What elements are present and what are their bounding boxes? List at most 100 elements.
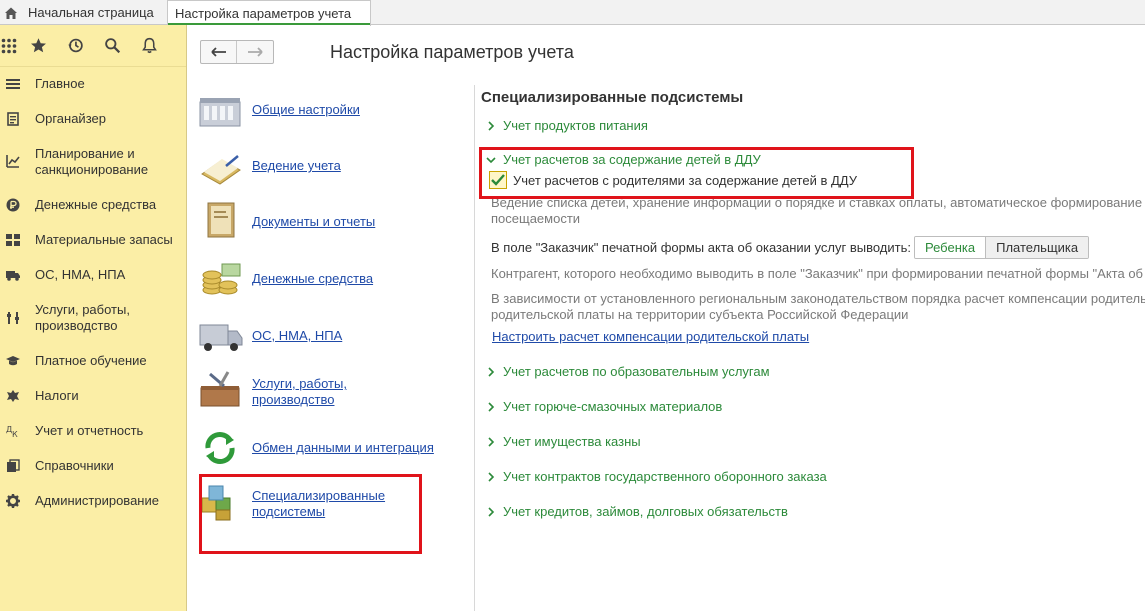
group-label: Учет горюче-смазочных материалов: [503, 399, 723, 414]
van-icon: [199, 324, 243, 351]
section-link-data-exchange[interactable]: Обмен данными и интеграция: [252, 440, 434, 456]
tab-settings-label: Настройка параметров учета: [175, 6, 352, 21]
ruble-coin-icon: [6, 198, 20, 212]
sidebar-item-label: ОС, НМА, НПА: [35, 267, 126, 282]
sidebar-item-accounting[interactable]: ДК Учет и отчетность: [0, 423, 186, 439]
menu-lines-icon: [6, 79, 20, 89]
tools-icon: [7, 312, 19, 324]
compensation-description-line1: В зависимости от установленного регионал…: [491, 291, 1145, 306]
customer-option-payer[interactable]: Плательщика: [986, 237, 1089, 258]
sidebar-item-label: Платное обучение: [35, 353, 147, 368]
books-icon: [7, 459, 20, 472]
chevron-right-icon: [488, 506, 495, 517]
sidebar-item-label: Справочники: [35, 458, 114, 473]
graduation-cap-icon: [6, 356, 20, 366]
section-data-exchange[interactable]: [198, 428, 244, 468]
ledger-icon: [201, 155, 241, 185]
sidebar: Главное Органайзер Планирование и санкци…: [0, 25, 187, 611]
sidebar-item-administration[interactable]: Администрирование: [0, 493, 186, 509]
sidebar-item-paid-education[interactable]: Платное обучение: [0, 353, 186, 369]
sidebar-item-label: Налоги: [35, 388, 79, 403]
sync-arrows-icon: [205, 432, 235, 464]
group-food-label: Учет продуктов питания: [503, 118, 648, 133]
chevron-right-icon: [488, 120, 495, 131]
section-link-money[interactable]: Денежные средства: [252, 271, 373, 287]
coins-icon: [202, 263, 241, 295]
group-label: Учет контрактов государственного оборонн…: [503, 469, 827, 484]
star-icon[interactable]: [20, 25, 57, 67]
quick-toolbar: [0, 25, 186, 67]
apps-grid-icon[interactable]: [0, 25, 20, 67]
group-label: Учет имущества казны: [503, 434, 641, 449]
history-nav: [200, 40, 274, 64]
back-button[interactable]: [201, 41, 237, 63]
customer-option-child[interactable]: Ребенка: [915, 237, 987, 258]
toolbox-icon: [200, 371, 240, 407]
customer-description: Контрагент, которого необходимо выводить…: [491, 266, 1145, 281]
highlight-box-checkbox: [479, 147, 914, 199]
home-icon: [5, 7, 17, 19]
svg-text:К: К: [12, 430, 18, 438]
section-link-fixed-assets[interactable]: ОС, НМА, НПА: [252, 328, 342, 344]
sidebar-item-fixed-assets[interactable]: ОС, НМА, НПА: [0, 267, 186, 283]
bell-icon[interactable]: [131, 25, 168, 67]
panel-divider: [474, 85, 475, 611]
arrow-left-icon: [210, 47, 226, 57]
group-treasury-property[interactable]: Учет имущества казны: [486, 434, 641, 449]
sidebar-item-label: Органайзер: [35, 111, 106, 126]
sidebar-item-planning[interactable]: Планирование и санкционирование: [0, 146, 186, 178]
building-icon: [199, 98, 241, 127]
group-fuel[interactable]: Учет горюче-смазочных материалов: [486, 399, 722, 414]
customer-field-label: В поле "Заказчик" печатной формы акта об…: [491, 240, 911, 255]
sidebar-item-label: Услуги, работы, производство: [35, 302, 130, 333]
sidebar-item-label: Главное: [35, 76, 85, 91]
group-loans[interactable]: Учет кредитов, займов, долговых обязател…: [486, 504, 788, 519]
compensation-settings-link[interactable]: Настроить расчет компенсации родительско…: [492, 329, 809, 344]
forward-button[interactable]: [237, 41, 273, 63]
ddu-description-line2: посещаемости: [491, 211, 581, 226]
sidebar-item-money[interactable]: Денежные средства: [0, 197, 186, 213]
chevron-right-icon: [488, 401, 495, 412]
section-link-general-settings[interactable]: Общие настройки: [252, 102, 360, 118]
sidebar-item-taxes[interactable]: Налоги: [0, 388, 186, 404]
group-label: Учет кредитов, займов, долговых обязател…: [503, 504, 788, 519]
emblem-icon: [7, 390, 19, 402]
clipboard-icon: [7, 112, 19, 126]
section-fixed-assets[interactable]: [198, 315, 244, 355]
sidebar-item-organizer[interactable]: Органайзер: [0, 111, 186, 127]
group-food[interactable]: Учет продуктов питания: [486, 118, 648, 133]
section-link-services[interactable]: Услуги, работы, производство: [252, 376, 347, 408]
search-icon[interactable]: [94, 25, 131, 67]
section-link-documents[interactable]: Документы и отчеты: [252, 214, 375, 230]
group-label: Учет расчетов по образовательным услугам: [503, 364, 770, 379]
sidebar-item-inventory[interactable]: Материальные запасы: [0, 232, 186, 248]
section-accounting[interactable]: [198, 146, 244, 186]
planning-icon: [6, 155, 20, 168]
tab-settings[interactable]: Настройка параметров учета: [167, 0, 371, 26]
sidebar-item-references[interactable]: Справочники: [0, 458, 186, 474]
section-general-settings[interactable]: [198, 90, 244, 130]
section-money[interactable]: [198, 258, 244, 298]
sidebar-item-main[interactable]: Главное: [0, 76, 186, 92]
history-icon[interactable]: [57, 25, 94, 67]
group-defense-contracts[interactable]: Учет контрактов государственного оборонн…: [486, 469, 827, 484]
tab-home[interactable]: Начальная страница: [0, 0, 164, 25]
tab-home-label: Начальная страница: [28, 5, 154, 20]
sidebar-item-label: Денежные средства: [35, 197, 157, 212]
documents-icon: [207, 202, 235, 238]
grid-blocks-icon: [6, 234, 20, 246]
section-documents[interactable]: [198, 201, 244, 241]
customer-switch: Ребенка Плательщика: [914, 236, 1090, 259]
sidebar-item-label: Администрирование: [35, 493, 159, 508]
section-link-accounting[interactable]: Ведение учета: [252, 158, 341, 174]
tab-bar: Начальная страница Настройка параметров …: [0, 0, 1145, 26]
truck-icon: [6, 271, 20, 281]
sidebar-item-services[interactable]: Услуги, работы, производство: [0, 302, 186, 334]
gear-icon: [6, 494, 20, 508]
page-title: Настройка параметров учета: [330, 42, 574, 62]
group-education-services[interactable]: Учет расчетов по образовательным услугам: [486, 364, 770, 379]
section-heading: Специализированные подсистемы: [481, 89, 744, 106]
section-services[interactable]: [198, 370, 244, 410]
arrow-right-icon: [248, 47, 263, 57]
sidebar-item-label: Материальные запасы: [35, 232, 173, 247]
